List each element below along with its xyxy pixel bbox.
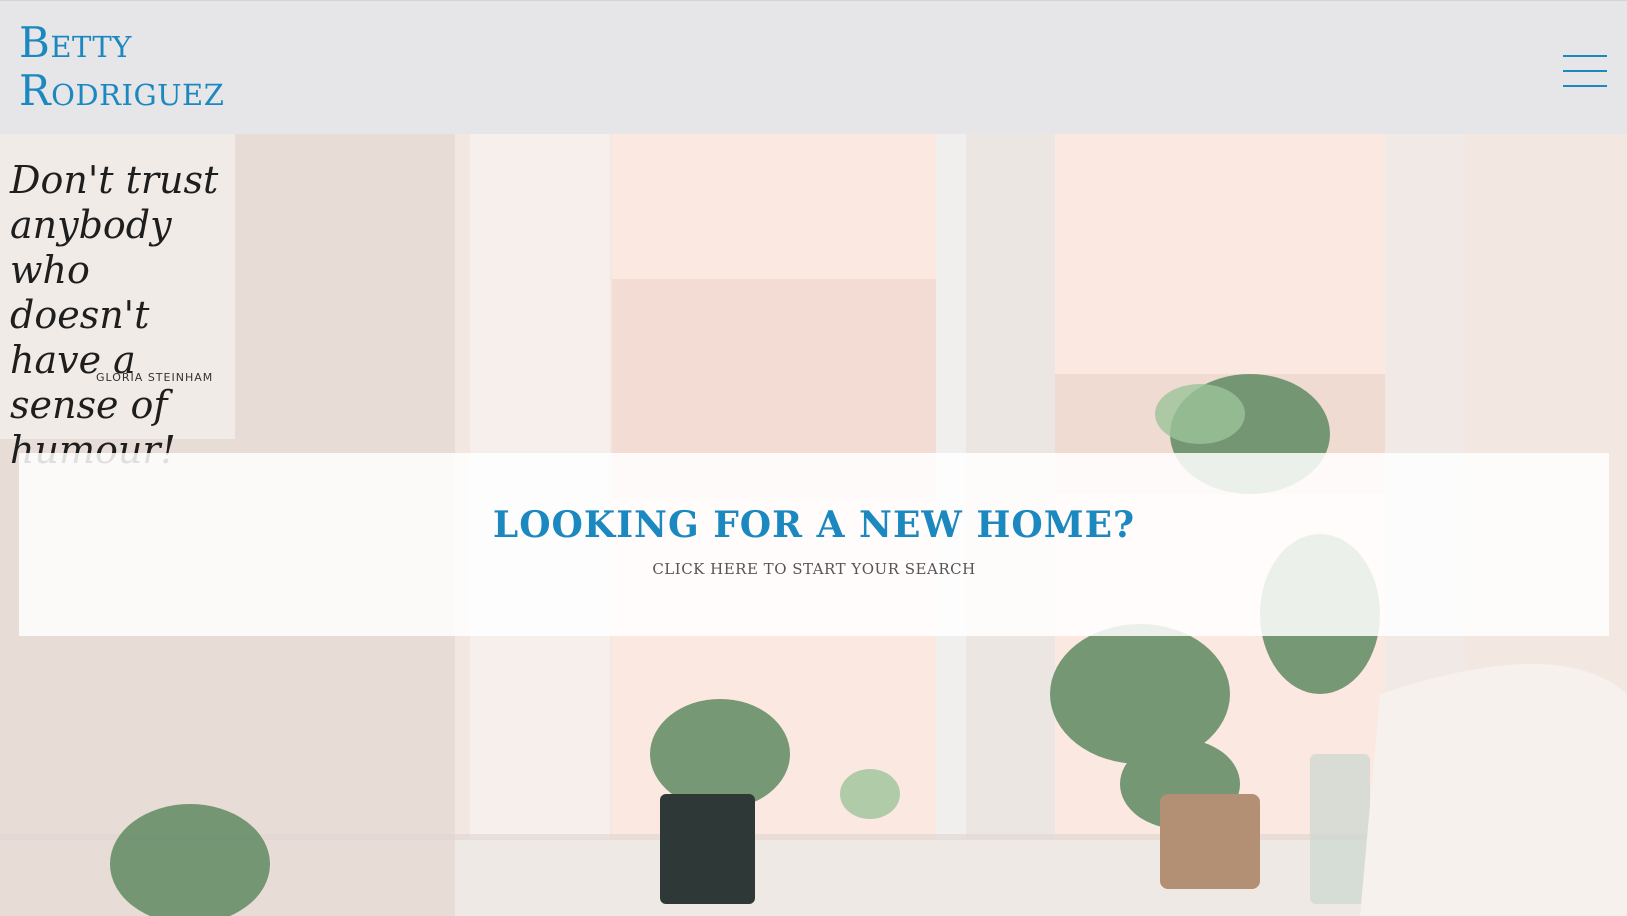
poster-quote: Don't trust anybody who doesn't have a s… (10, 158, 219, 472)
poster-author: GLORIA STEINHAM (96, 371, 214, 384)
cta-subtitle-link[interactable]: CLICK HERE TO START YOUR SEARCH (19, 559, 1609, 579)
cta-title: LOOKING FOR A NEW HOME? (492, 504, 1136, 546)
search-cta-banner[interactable]: LOOKING FOR A NEW HOME? CLICK HERE TO ST… (19, 453, 1609, 636)
site-header: Betty Rodriguez (0, 0, 1627, 134)
site-logo[interactable]: Betty Rodriguez (19, 19, 224, 115)
hamburger-menu-icon[interactable] (1563, 51, 1607, 91)
brand-last-name: Rodriguez (19, 66, 225, 115)
brand-first-name: Betty (19, 18, 132, 67)
